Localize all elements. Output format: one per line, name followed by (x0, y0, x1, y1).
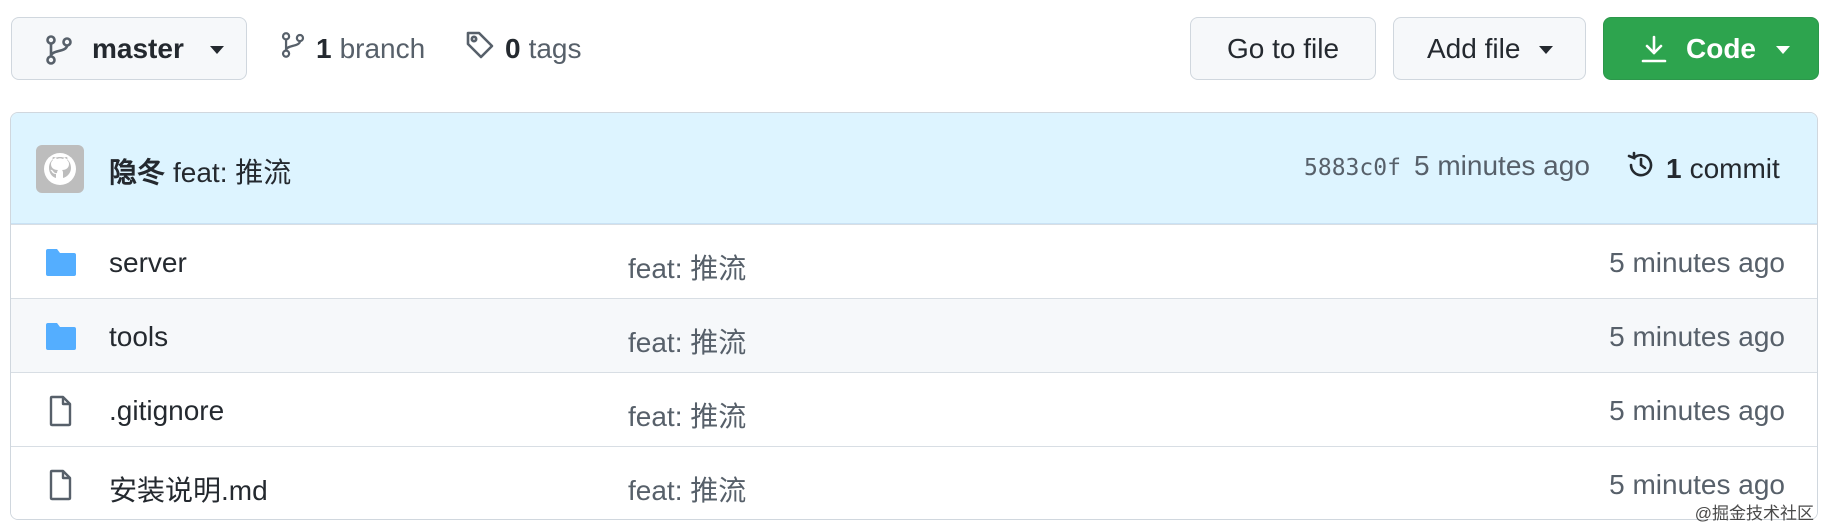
go-to-file-label: Go to file (1226, 32, 1340, 64)
file-list-box: 隐冬 feat: 推流 5883c0f 5 minutes ago 1 comm… (10, 112, 1818, 520)
file-icon (44, 395, 78, 432)
chevron-down-icon (1539, 46, 1553, 54)
chevron-down-icon (1776, 46, 1790, 54)
file-icon (44, 469, 78, 506)
file-row[interactable]: tools feat: 推流 5 minutes ago (11, 298, 1817, 372)
branch-select-button[interactable]: master (11, 17, 247, 80)
add-file-label: Add file (1427, 32, 1521, 64)
code-button[interactable]: Code (1603, 17, 1819, 80)
commit-message[interactable]: feat: 推流 (173, 151, 291, 191)
tags-link[interactable]: 0 tags (465, 30, 582, 67)
file-commit-message[interactable]: feat: 推流 (628, 247, 746, 287)
file-row[interactable]: .gitignore feat: 推流 5 minutes ago (11, 372, 1817, 446)
go-to-file-button[interactable]: Go to file (1190, 17, 1376, 80)
commit-time: 5 minutes ago (1414, 150, 1590, 181)
tags-count: 0 (505, 32, 521, 64)
history-icon (1626, 150, 1656, 187)
download-icon (1640, 34, 1668, 64)
repo-toolbar: master 1 branch 0 tags Go to file Add fi… (0, 0, 1822, 96)
folder-icon (44, 247, 78, 282)
commits-label: commit (1689, 152, 1780, 184)
file-commit-message[interactable]: feat: 推流 (628, 321, 746, 361)
commit-history-link[interactable]: 1 commit (1626, 150, 1780, 187)
file-age: 5 minutes ago (1609, 395, 1785, 426)
file-age: 5 minutes ago (1609, 321, 1785, 352)
file-row[interactable]: 安装说明.md feat: 推流 5 minutes ago (11, 446, 1817, 519)
file-name[interactable]: server (109, 247, 187, 279)
file-age: 5 minutes ago (1609, 247, 1785, 278)
file-commit-message[interactable]: feat: 推流 (628, 469, 746, 509)
tags-label: tags (528, 32, 582, 64)
file-commit-message[interactable]: feat: 推流 (628, 395, 746, 435)
commit-sha[interactable]: 5883c0f (1304, 155, 1401, 181)
github-octocat-icon (44, 153, 76, 185)
watermark: @掘金技术社区 (1694, 504, 1814, 523)
commit-author[interactable]: 隐冬 (109, 151, 165, 191)
commits-count: 1 (1666, 152, 1682, 184)
file-row[interactable]: server feat: 推流 5 minutes ago (11, 224, 1817, 298)
latest-commit-bar: 隐冬 feat: 推流 5883c0f 5 minutes ago 1 comm… (11, 113, 1817, 224)
file-name[interactable]: .gitignore (109, 395, 224, 427)
branches-label: branch (339, 32, 426, 64)
tag-icon (465, 30, 495, 67)
file-age: 5 minutes ago (1609, 469, 1785, 500)
avatar[interactable] (36, 145, 84, 193)
branches-link[interactable]: 1 branch (280, 30, 425, 67)
add-file-button[interactable]: Add file (1393, 17, 1586, 80)
folder-icon (44, 321, 78, 356)
code-label: Code (1686, 33, 1756, 64)
branch-name: master (92, 33, 184, 64)
git-branch-icon (280, 30, 306, 67)
branches-count: 1 (316, 32, 332, 64)
file-name[interactable]: 安装说明.md (109, 469, 268, 509)
file-name[interactable]: tools (109, 321, 168, 353)
git-branch-icon (44, 34, 74, 66)
chevron-down-icon (210, 46, 224, 54)
